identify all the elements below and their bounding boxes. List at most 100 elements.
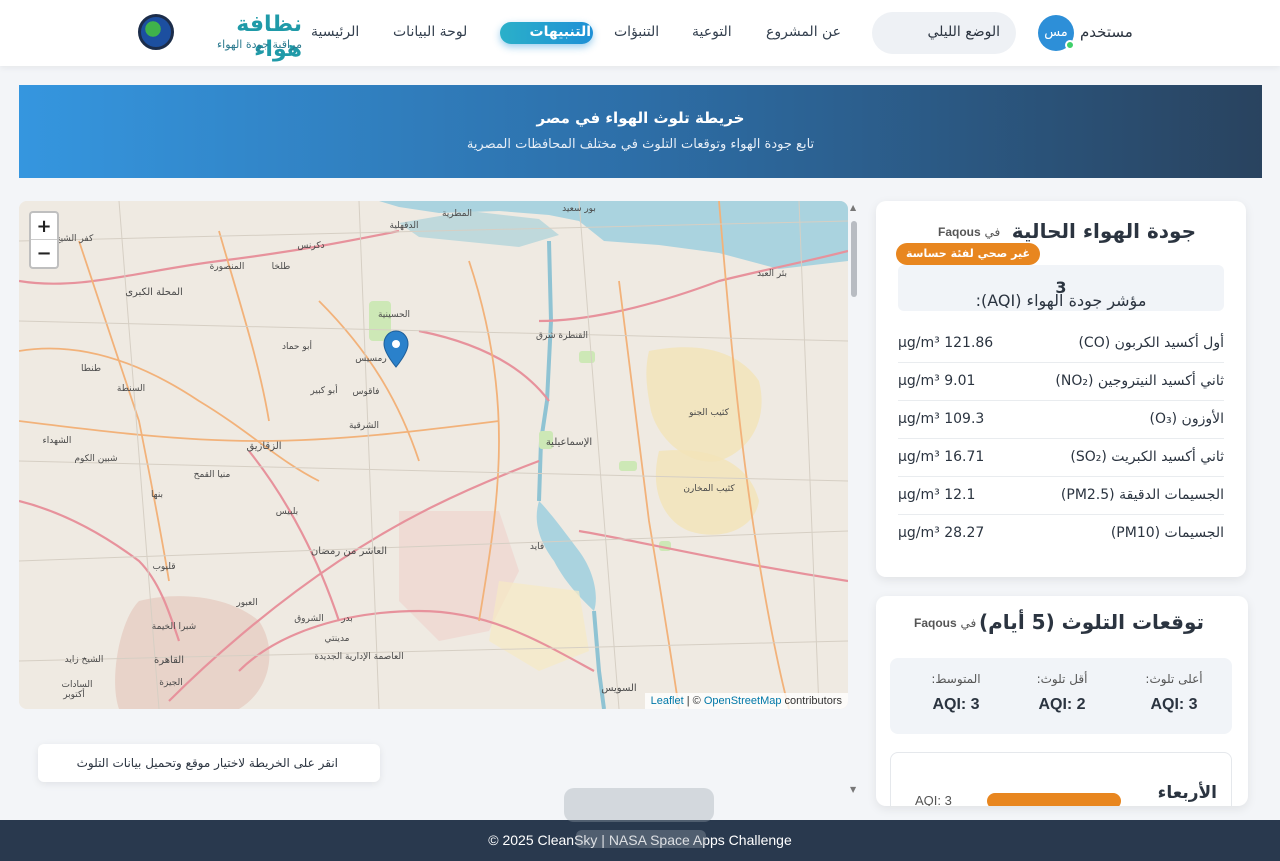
nav-home[interactable]: الرئيسية [311, 24, 359, 40]
forecast-day[interactable]: الأربعاء AQI: 3 [890, 752, 1232, 806]
air-quality-location: في Faqous [938, 225, 1000, 239]
pollutant-name: الجسيمات الدقيقة (PM2.5) [1060, 487, 1224, 503]
pollutant-name: أول أكسيد الكربون (CO) [1078, 335, 1224, 351]
pollutant-name: ثاني أكسيد النيتروجين (NO₂) [1055, 373, 1224, 389]
pollutant-value: 12.1 μg/m³ [898, 487, 976, 503]
map-label: فاقوس [353, 387, 380, 397]
map-label: رمسيس [355, 354, 386, 364]
map-label: العبور [235, 598, 257, 608]
zoom-control: + − [29, 211, 59, 269]
page-title: خريطة تلوث الهواء في مصر [536, 109, 745, 127]
forecast-card: توقعات التلوث (5 أيام) في Faqous أعلى تل… [876, 596, 1248, 806]
stat-max-label: أعلى تلوث: [1145, 672, 1203, 686]
avatar[interactable]: مس [1038, 15, 1075, 51]
map-label: السنطة [117, 384, 145, 394]
map-label: الزقازيق [246, 441, 281, 452]
map-label: الشهداء [43, 436, 72, 446]
scrollbar-thumb[interactable] [851, 221, 857, 297]
watermark-logo [564, 788, 714, 848]
night-mode-toggle[interactable]: الوضع الليلي [872, 12, 1016, 54]
map-attribution: Leaflet | © OpenStreetMap contributors [644, 693, 848, 709]
forecast-title: توقعات التلوث (5 أيام) [979, 610, 1204, 634]
nav-dashboard[interactable]: لوحة البيانات [393, 24, 467, 40]
map-label: طلخا [272, 262, 291, 272]
top-navbar: نظافة هواء مراقبة جودة الهواء الرئيسية ل… [0, 0, 1280, 66]
nav-alerts[interactable]: التنبيهات [500, 22, 593, 44]
forecast-day-badge [987, 793, 1121, 806]
nav-awareness[interactable]: التوعية [692, 24, 732, 40]
map-label: بلبيس [276, 507, 298, 517]
scroll-down-icon[interactable]: ▼ [850, 785, 856, 794]
map-label: المنصورة [210, 262, 245, 272]
username[interactable]: مستخدم [1080, 23, 1133, 41]
cairo-urban [115, 596, 270, 709]
map-label: الدقهلية [390, 221, 419, 231]
pollutant-value: 9.01 μg/m³ [898, 373, 976, 389]
pollutant-value: 109.3 μg/m³ [898, 411, 985, 427]
nav-about[interactable]: عن المشروع [766, 24, 841, 40]
map-label: الجيزة [159, 678, 182, 688]
map-label: كثيب المخارن [683, 484, 735, 494]
zoom-in-button[interactable]: + [31, 213, 57, 240]
leaflet-link[interactable]: Leaflet [651, 695, 684, 707]
map-label: الشيخ زايد [65, 655, 104, 665]
location-name: Faqous [938, 225, 981, 239]
map-label: الشروق [294, 614, 324, 624]
map-label: دكرنس [297, 241, 324, 251]
location-name: Faqous [914, 616, 957, 630]
map-label: طنطا [81, 364, 101, 374]
map-label: المطرية [442, 209, 472, 219]
map-label: الشرقية [349, 421, 379, 431]
map-label: قليوب [152, 562, 175, 572]
forecast-location: في Faqous [914, 616, 976, 630]
map-label: بئر العبد [757, 269, 787, 279]
aqi-summary-text: مؤشر جودة الهواء (AQI): 3 [898, 278, 1224, 310]
map-label: العاصمة الإدارية الجديدة [314, 652, 403, 662]
map-label: الإسماعيلية [546, 437, 592, 448]
forecast-stats: أعلى تلوث: AQI: 3 أقل تلوث: AQI: 2 المتو… [890, 658, 1232, 734]
brand-subtitle: مراقبة جودة الهواء [216, 38, 302, 51]
pollutant-value: 121.86 μg/m³ [898, 335, 994, 351]
pollutant-row: أول أكسيد الكربون (CO) 121.86 μg/m³ [898, 325, 1224, 363]
map-label: القاهرة [154, 655, 184, 666]
map-label: منيا القمح [194, 470, 231, 480]
night-mode-label: الوضع الليلي [927, 24, 1001, 40]
nav-alerts-label: التنبيهات [529, 24, 591, 40]
aqi-summary: مؤشر جودة الهواء (AQI): 3 [898, 265, 1224, 311]
attribution-tail: contributors [781, 695, 842, 707]
pollutant-row: الجسيمات الدقيقة (PM2.5) 12.1 μg/m³ [898, 477, 1224, 515]
pollutant-name: الجسيمات (PM10) [1110, 525, 1224, 541]
pollutant-row: الجسيمات (PM10) 28.27 μg/m³ [898, 515, 1224, 553]
map-label: أبو كبير [309, 384, 337, 396]
map-tiles[interactable]: المنصورة المحلة الكبرى طنطا الزقازيق الش… [19, 201, 848, 709]
map-label: شبين الكوم [74, 454, 117, 464]
stat-avg-label: المتوسط: [931, 672, 981, 686]
zoom-out-button[interactable]: − [31, 240, 57, 267]
map-label: السادات [62, 680, 93, 690]
pollutant-value: 16.71 μg/m³ [898, 449, 985, 465]
avatar-initials: مس [1044, 25, 1068, 40]
page-subtitle: تابع جودة الهواء وتوقعات التلوث في مختلف… [466, 137, 815, 152]
pollution-map[interactable]: المنصورة المحلة الكبرى طنطا الزقازيق الش… [19, 201, 848, 709]
map-label: فايد [530, 542, 544, 552]
stat-max: أعلى تلوث: AQI: 3 [1124, 672, 1224, 714]
map-label: المحلة الكبرى [125, 287, 183, 298]
map-label: شبرا الخيمة [152, 622, 196, 632]
pollutant-name: الأوزون (O₃) [1149, 411, 1224, 427]
page-scrollbar[interactable]: ▲ ▼ [848, 201, 860, 801]
scroll-up-icon[interactable]: ▲ [850, 203, 856, 212]
attribution-separator: | © [683, 695, 704, 707]
brand[interactable]: نظافة هواء مراقبة جودة الهواء [138, 12, 308, 62]
map-label: بور سعيد [562, 204, 596, 214]
stat-min-label: أقل تلوث: [1036, 672, 1088, 686]
map-hint: انقر على الخريطة لاختيار موقع وتحميل بيا… [38, 744, 380, 782]
current-air-quality-card: جودة الهواء الحالية في Faqous غير صحي لف… [876, 201, 1246, 577]
pollutant-row: ثاني أكسيد الكبريت (SO₂) 16.71 μg/m³ [898, 439, 1224, 477]
map-label: بدر [340, 614, 353, 624]
nav-predictions[interactable]: التنبؤات [614, 24, 659, 40]
aqi-category-badge: غير صحي لفئة حساسة [896, 243, 1040, 265]
osm-link[interactable]: OpenStreetMap [704, 695, 782, 707]
aqi-label: مؤشر جودة الهواء (AQI): [975, 291, 1147, 310]
stat-min-value: AQI: 2 [1038, 696, 1086, 713]
forecast-day-name: الأربعاء [1157, 783, 1217, 803]
